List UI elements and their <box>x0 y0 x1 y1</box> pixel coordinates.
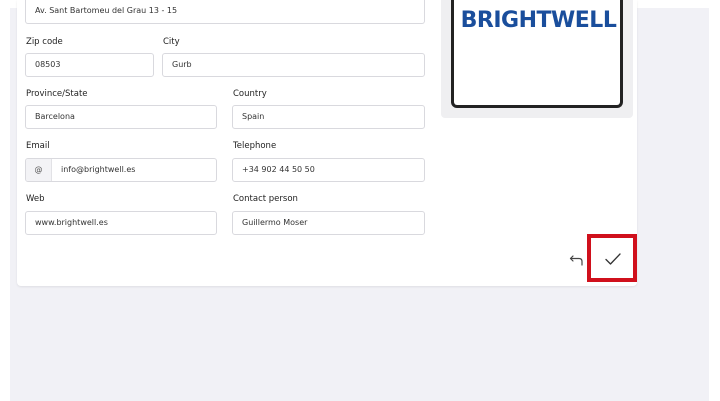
telephone-input[interactable]: +34 902 44 50 50 <box>232 158 425 182</box>
web-label: Web <box>26 194 45 204</box>
city-label: City <box>163 37 180 47</box>
zip-input[interactable]: 08503 <box>25 53 154 77</box>
city-input[interactable]: Gurb <box>162 53 425 77</box>
province-label: Province/State <box>26 89 88 99</box>
logo-panel[interactable]: BRIGHTWELL <box>441 0 633 118</box>
zip-label: Zip code <box>26 37 63 47</box>
country-input[interactable]: Spain <box>232 105 425 129</box>
contact-person-label: Contact person <box>233 194 298 204</box>
confirm-save-button[interactable] <box>587 234 637 282</box>
telephone-label: Telephone <box>233 141 277 151</box>
email-input[interactable]: @ info@brightwell.es <box>25 158 217 182</box>
email-label: Email <box>26 141 50 151</box>
logo-preview-frame: BRIGHTWELL <box>451 0 623 108</box>
undo-arrow-icon <box>569 255 583 266</box>
back-button[interactable] <box>568 250 588 270</box>
email-value: info@brightwell.es <box>61 165 136 174</box>
web-input[interactable]: www.brightwell.es <box>25 211 217 235</box>
address-input[interactable]: Av. Sant Bartomeu del Grau 13 - 15 <box>25 0 425 24</box>
province-input[interactable]: Barcelona <box>25 105 217 129</box>
checkmark-icon <box>605 253 621 265</box>
country-label: Country <box>233 89 267 99</box>
at-sign-addon: @ <box>26 159 52 181</box>
contact-person-input[interactable]: Guillermo Moser <box>232 211 425 235</box>
company-logo: BRIGHTWELL <box>460 8 617 33</box>
